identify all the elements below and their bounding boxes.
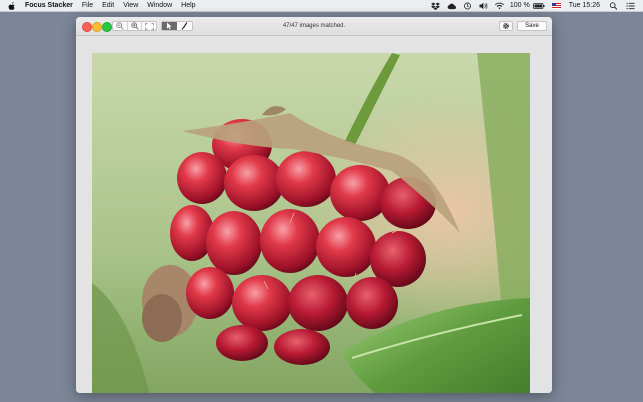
menu-edit[interactable]: Edit xyxy=(102,0,114,11)
input-source-flag-icon[interactable] xyxy=(551,2,561,9)
volume-icon[interactable] xyxy=(479,2,488,10)
menu-file[interactable]: File xyxy=(82,0,93,11)
select-tool-button[interactable] xyxy=(162,22,177,30)
zoom-in-icon xyxy=(130,22,139,30)
zoom-in-button[interactable] xyxy=(128,22,143,30)
battery-icon[interactable] xyxy=(532,2,545,10)
list-icon[interactable] xyxy=(626,2,635,10)
stacked-photo[interactable] xyxy=(92,53,530,393)
pointer-icon xyxy=(167,22,172,30)
apple-logo-icon[interactable] xyxy=(8,1,16,10)
menu-bar: Focus Stacker File Edit View Window Help… xyxy=(0,0,643,12)
settings-button[interactable] xyxy=(499,21,513,31)
tool-selector xyxy=(161,21,193,31)
zoom-fit-icon xyxy=(144,22,154,30)
brush-icon xyxy=(181,22,188,30)
zoom-out-button[interactable] xyxy=(113,22,128,30)
zoom-fit-button[interactable] xyxy=(142,22,156,30)
dropbox-icon[interactable] xyxy=(430,1,440,10)
search-icon[interactable] xyxy=(609,1,618,10)
menu-view[interactable]: View xyxy=(123,0,138,11)
menu-app-name[interactable]: Focus Stacker xyxy=(25,0,73,11)
image-canvas[interactable] xyxy=(76,36,552,393)
zoom-controls xyxy=(112,21,157,31)
time-machine-icon[interactable] xyxy=(463,2,472,10)
save-button[interactable]: Save xyxy=(517,21,547,31)
app-window: 47/47 images matched. Save xyxy=(76,17,552,393)
brush-tool-button[interactable] xyxy=(177,22,192,30)
menu-clock[interactable]: Tue 15:26 xyxy=(569,0,600,11)
menu-help[interactable]: Help xyxy=(181,0,195,11)
battery-percent: 100 % xyxy=(509,2,530,9)
cloud-icon[interactable] xyxy=(447,2,456,10)
wifi-icon[interactable] xyxy=(494,2,504,10)
raspberry-image xyxy=(92,53,530,393)
menu-window[interactable]: Window xyxy=(147,0,172,11)
gear-icon xyxy=(502,22,510,30)
zoom-out-icon xyxy=(116,22,124,30)
title-bar[interactable]: 47/47 images matched. Save xyxy=(76,17,552,36)
